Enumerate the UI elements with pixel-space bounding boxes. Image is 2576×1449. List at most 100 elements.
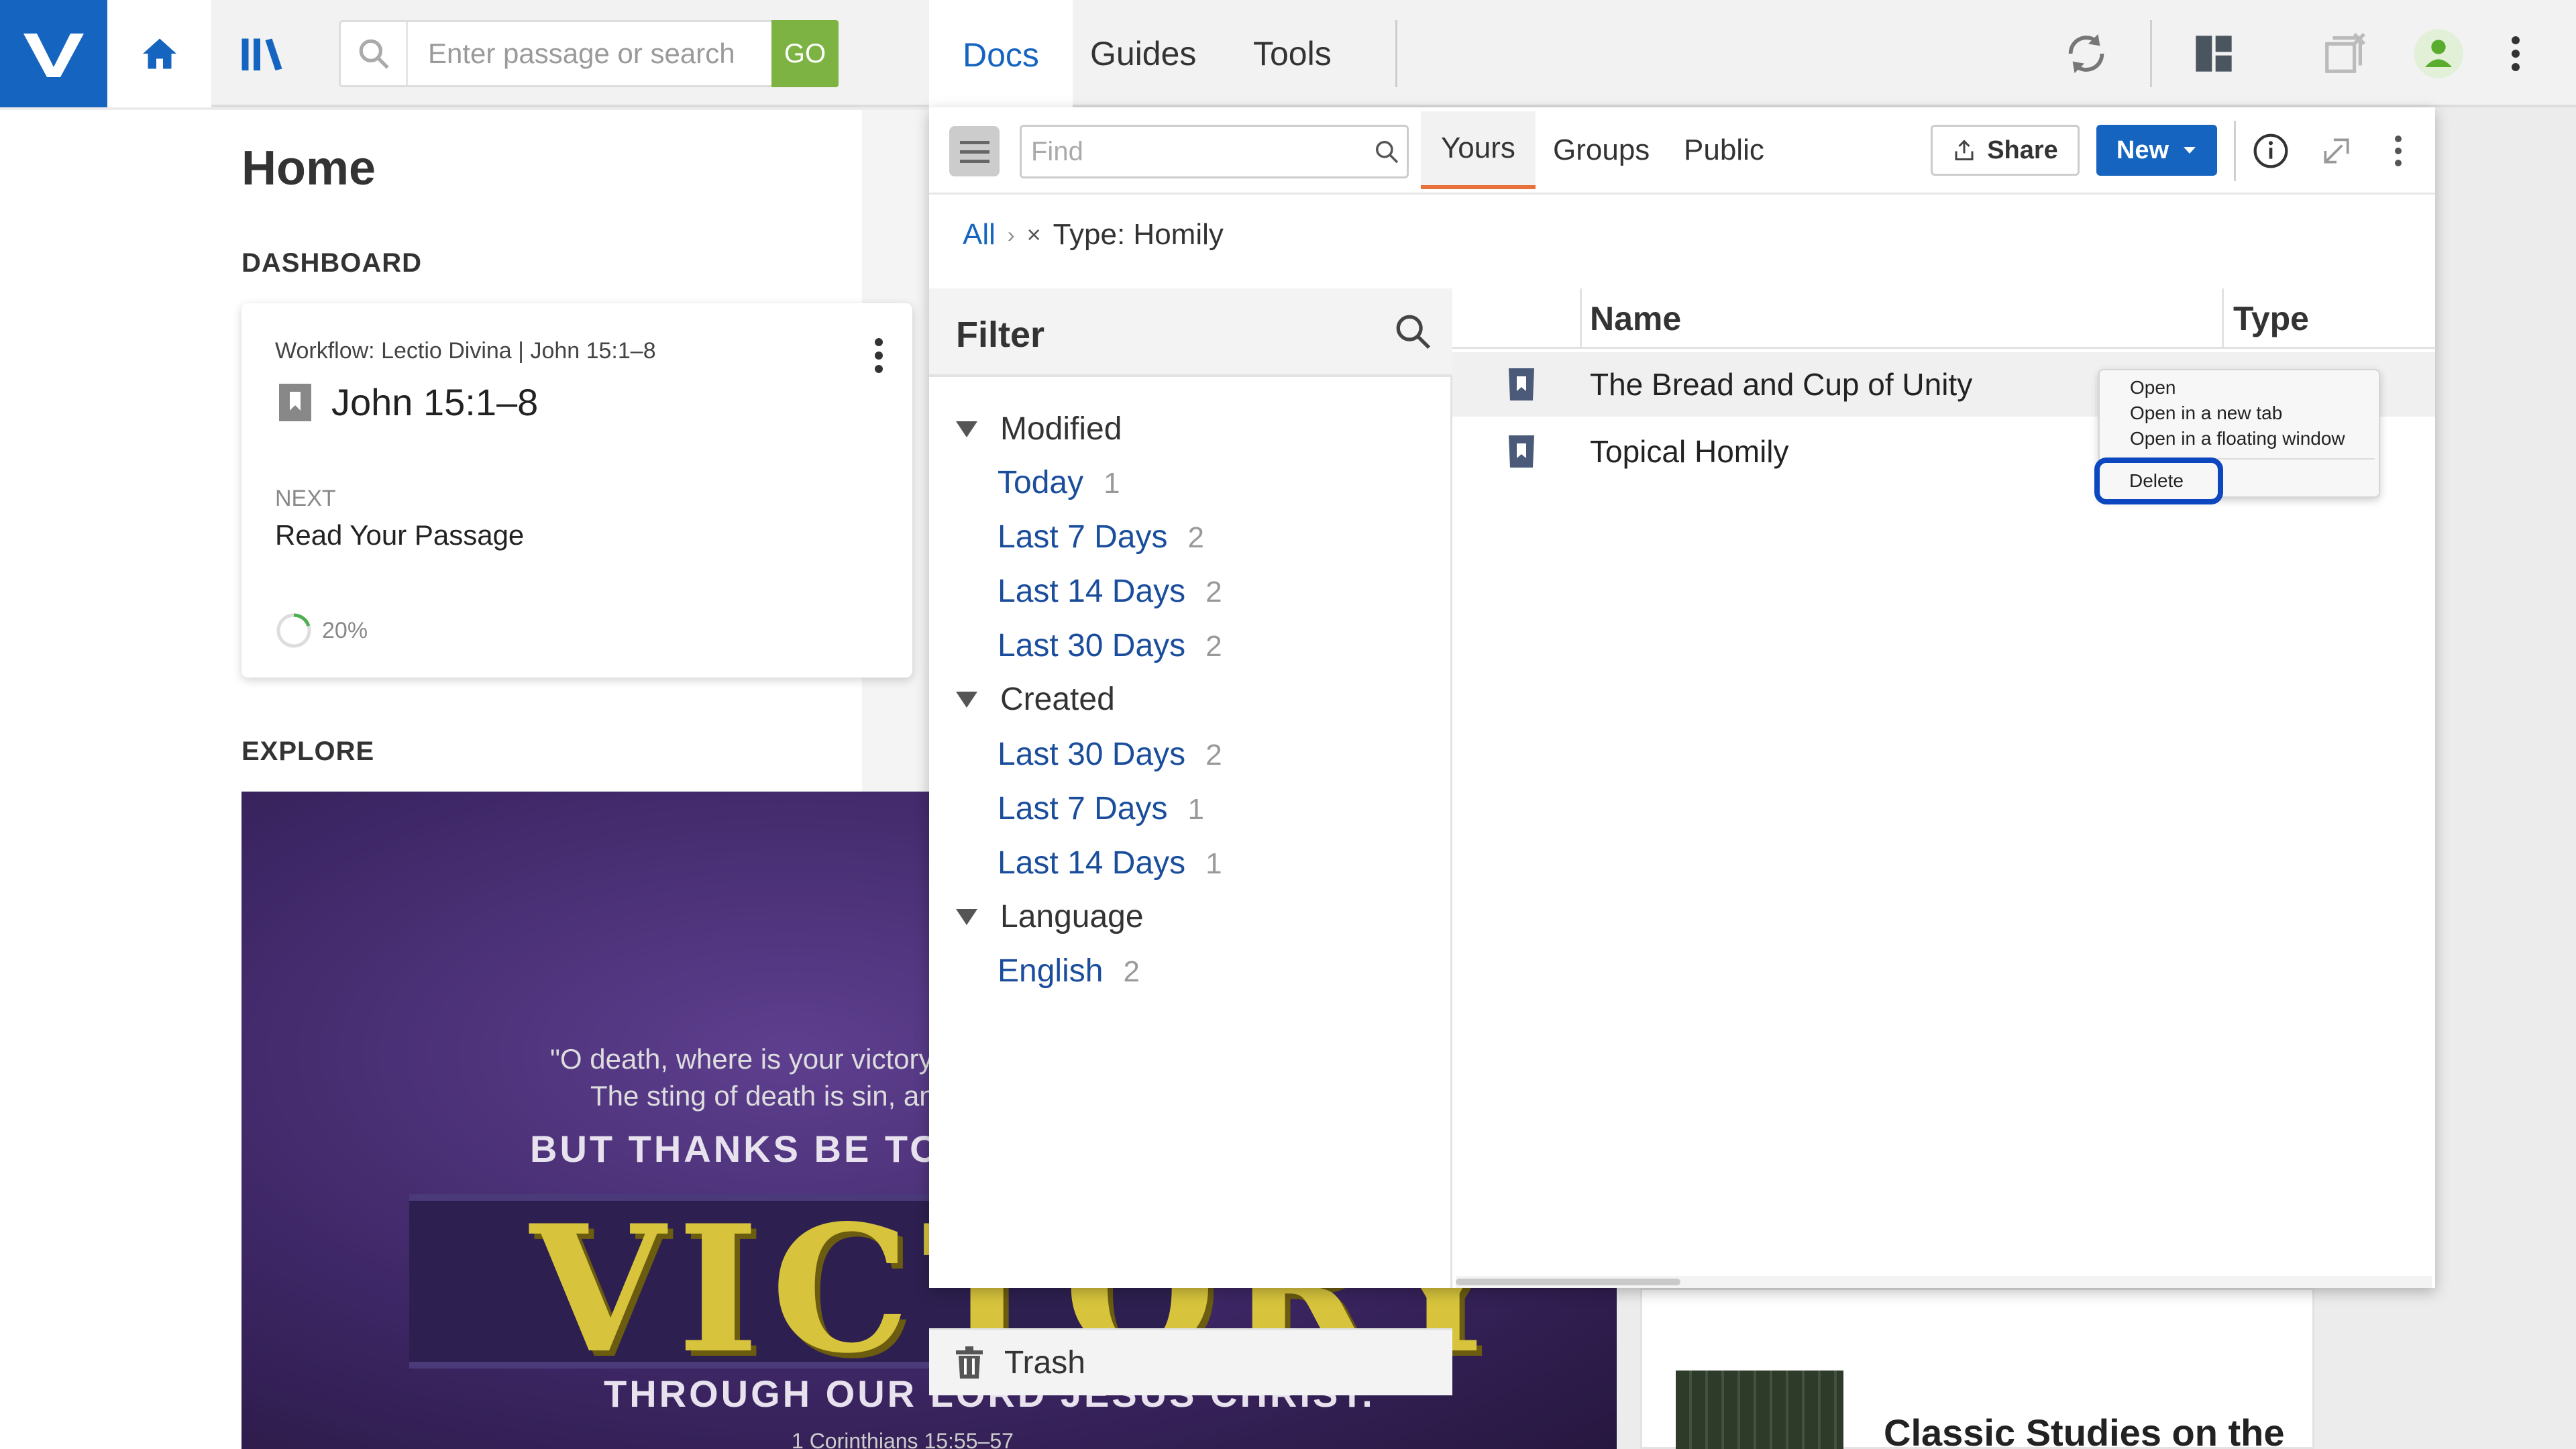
filter-item-count: 2 xyxy=(1205,576,1222,608)
filter-created-last-7-days[interactable]: Last 7 Days 1 xyxy=(998,790,1204,827)
user-account-button[interactable] xyxy=(2408,23,2469,84)
filter-group-label: Language xyxy=(1000,899,1144,934)
filter-item-count: 2 xyxy=(1187,521,1204,554)
filter-pane: Filter Modified Today 1 Last 7 Days 2 Last… xyxy=(929,288,1452,1395)
tab-tools[interactable]: Tools xyxy=(1253,0,1332,107)
triangle-down-icon xyxy=(956,691,977,708)
filter-created-last-30-days[interactable]: Last 30 Days 2 xyxy=(998,736,1222,773)
user-avatar-icon xyxy=(2414,29,2463,78)
filter-item-count: 2 xyxy=(1123,955,1140,988)
home-icon xyxy=(142,38,176,69)
trash-label: Trash xyxy=(1004,1345,1085,1381)
close-panels-icon xyxy=(2325,32,2366,73)
new-button[interactable]: New xyxy=(2096,125,2217,176)
tab-divider xyxy=(1395,20,1397,87)
tab-guides[interactable]: Guides xyxy=(1090,0,1196,107)
menu-item-delete[interactable]: Delete xyxy=(2094,458,2223,504)
more-vertical-icon xyxy=(2512,36,2520,71)
horizontal-scrollbar[interactable] xyxy=(1456,1276,2432,1288)
docs-menu-button[interactable] xyxy=(949,126,1000,176)
filter-header: Filter xyxy=(929,288,1452,377)
filter-group-language[interactable]: Language xyxy=(956,898,1144,935)
filter-item-count: 2 xyxy=(1205,739,1222,771)
workflow-card[interactable]: Workflow: Lectio Divina | John 15:1–8 Jo… xyxy=(241,303,912,678)
explore-quote-line-1: "O death, where is your victory? xyxy=(550,1043,949,1075)
filter-item-label: English xyxy=(998,953,1104,989)
hamburger-icon xyxy=(959,140,989,163)
filter-group-label: Modified xyxy=(1000,411,1122,447)
docs-more-button[interactable] xyxy=(2375,127,2422,174)
page-title: Home xyxy=(241,142,376,195)
filter-group-label: Created xyxy=(1000,682,1115,717)
filter-language-english[interactable]: English 2 xyxy=(998,953,1140,989)
float-panel-button[interactable] xyxy=(2313,127,2360,174)
list-header: Name Type xyxy=(1452,288,2435,349)
classic-studies-title: Classic Studies on the xyxy=(1884,1411,2285,1449)
column-header-type[interactable]: Type xyxy=(2224,288,2309,349)
tab-docs[interactable]: Docs xyxy=(929,0,1073,110)
layout-button[interactable] xyxy=(2184,23,2244,84)
filter-item-label: Today xyxy=(998,465,1084,500)
classic-studies-card[interactable]: Classic Studies on the xyxy=(1640,1288,2314,1449)
info-button[interactable] xyxy=(2247,127,2294,174)
docs-find-box[interactable]: Find xyxy=(1020,125,1409,178)
info-icon xyxy=(2253,133,2288,168)
app-more-button[interactable] xyxy=(2485,23,2546,84)
menu-item-open-new-tab[interactable]: Open in a new tab xyxy=(2130,402,2282,424)
filter-item-count: 1 xyxy=(1187,793,1204,826)
float-panel-icon xyxy=(2324,138,2349,164)
filter-created-last-14-days[interactable]: Last 14 Days 1 xyxy=(998,845,1222,881)
library-icon xyxy=(241,38,282,70)
filter-item-label: Last 14 Days xyxy=(998,574,1186,609)
layout-icon xyxy=(2196,36,2232,72)
card-more-button[interactable] xyxy=(872,335,885,379)
close-panels-button[interactable] xyxy=(2314,23,2375,84)
docs-find-input[interactable]: Find xyxy=(1022,137,1366,167)
menu-item-open-floating[interactable]: Open in a floating window xyxy=(2130,428,2345,449)
trash-button[interactable]: Trash xyxy=(929,1328,1452,1395)
explore-quote-line-2: The sting of death is sin, and xyxy=(590,1080,951,1112)
homily-doc-icon xyxy=(1506,433,1537,474)
caret-down-icon xyxy=(2184,147,2196,154)
passage-icon xyxy=(279,383,311,421)
filter-search-button[interactable] xyxy=(1393,312,1432,354)
filter-item-label: Last 14 Days xyxy=(998,845,1186,881)
filter-modified-last-7-days[interactable]: Last 7 Days 2 xyxy=(998,519,1204,555)
logos-logo[interactable] xyxy=(0,0,107,107)
document-name: Topical Homily xyxy=(1590,434,1789,469)
scope-tab-groups[interactable]: Groups xyxy=(1533,107,1670,193)
passage-search-input[interactable]: Enter passage or search xyxy=(408,38,771,70)
go-button[interactable]: GO xyxy=(771,20,839,87)
share-button[interactable]: Share xyxy=(1931,125,2080,176)
filter-modified-today[interactable]: Today 1 xyxy=(998,464,1120,501)
progress-text: 20% xyxy=(322,617,368,643)
progress-ring-icon xyxy=(276,613,311,648)
breadcrumb-filter: Type: Homily xyxy=(1053,218,1224,251)
workflow-passage[interactable]: John 15:1–8 xyxy=(275,380,538,424)
logos-logo-icon xyxy=(23,34,84,77)
home-button[interactable] xyxy=(107,0,211,107)
library-button[interactable] xyxy=(211,0,315,107)
breadcrumb-all[interactable]: All xyxy=(963,218,996,252)
next-step[interactable]: Read Your Passage xyxy=(275,519,524,551)
more-vertical-icon xyxy=(875,338,883,373)
workflow-progress: 20% xyxy=(275,612,368,649)
menu-item-open[interactable]: Open xyxy=(2130,377,2176,398)
filter-group-created[interactable]: Created xyxy=(956,681,1115,718)
next-label: NEXT xyxy=(275,486,336,511)
scope-tab-public[interactable]: Public xyxy=(1664,107,1784,193)
column-header-name[interactable]: Name xyxy=(1580,288,2224,349)
scrollbar-thumb[interactable] xyxy=(1456,1279,1680,1285)
filter-item-label: Last 30 Days xyxy=(998,737,1186,772)
toolbar-divider xyxy=(2150,20,2152,87)
remove-filter-icon[interactable]: × xyxy=(1027,221,1041,249)
filter-title: Filter xyxy=(956,315,1045,355)
passage-search-box[interactable]: Enter passage or search GO xyxy=(339,20,839,87)
sync-button[interactable] xyxy=(2056,23,2116,84)
search-icon xyxy=(1366,139,1407,164)
filter-modified-last-30-days[interactable]: Last 30 Days 2 xyxy=(998,627,1222,664)
scope-tab-yours[interactable]: Yours xyxy=(1421,111,1536,189)
filter-modified-last-14-days[interactable]: Last 14 Days 2 xyxy=(998,573,1222,610)
docs-panel: Find Yours Groups Public Share New All ›… xyxy=(929,107,2435,1395)
filter-group-modified[interactable]: Modified xyxy=(956,411,1122,447)
